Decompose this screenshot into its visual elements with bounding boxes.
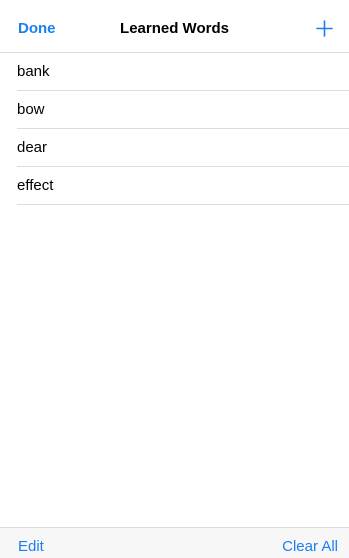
plus-icon[interactable] bbox=[316, 20, 333, 37]
list-item[interactable]: bow bbox=[0, 91, 349, 129]
page-title: Learned Words bbox=[120, 20, 229, 37]
edit-button[interactable]: Edit bbox=[18, 538, 44, 555]
navigation-bar: Done Learned Words bbox=[0, 8, 349, 53]
word-label: bank bbox=[17, 63, 50, 80]
list-item[interactable]: effect bbox=[0, 167, 349, 205]
learned-words-list: bank bow dear effect bbox=[0, 53, 349, 205]
word-label: dear bbox=[17, 139, 48, 156]
list-item[interactable]: dear bbox=[0, 129, 349, 167]
bottom-toolbar: Edit Clear All bbox=[0, 527, 349, 558]
word-label: bow bbox=[17, 101, 45, 118]
clear-all-button[interactable]: Clear All bbox=[282, 538, 338, 555]
word-label: effect bbox=[17, 177, 54, 194]
list-item[interactable]: bank bbox=[0, 53, 349, 91]
